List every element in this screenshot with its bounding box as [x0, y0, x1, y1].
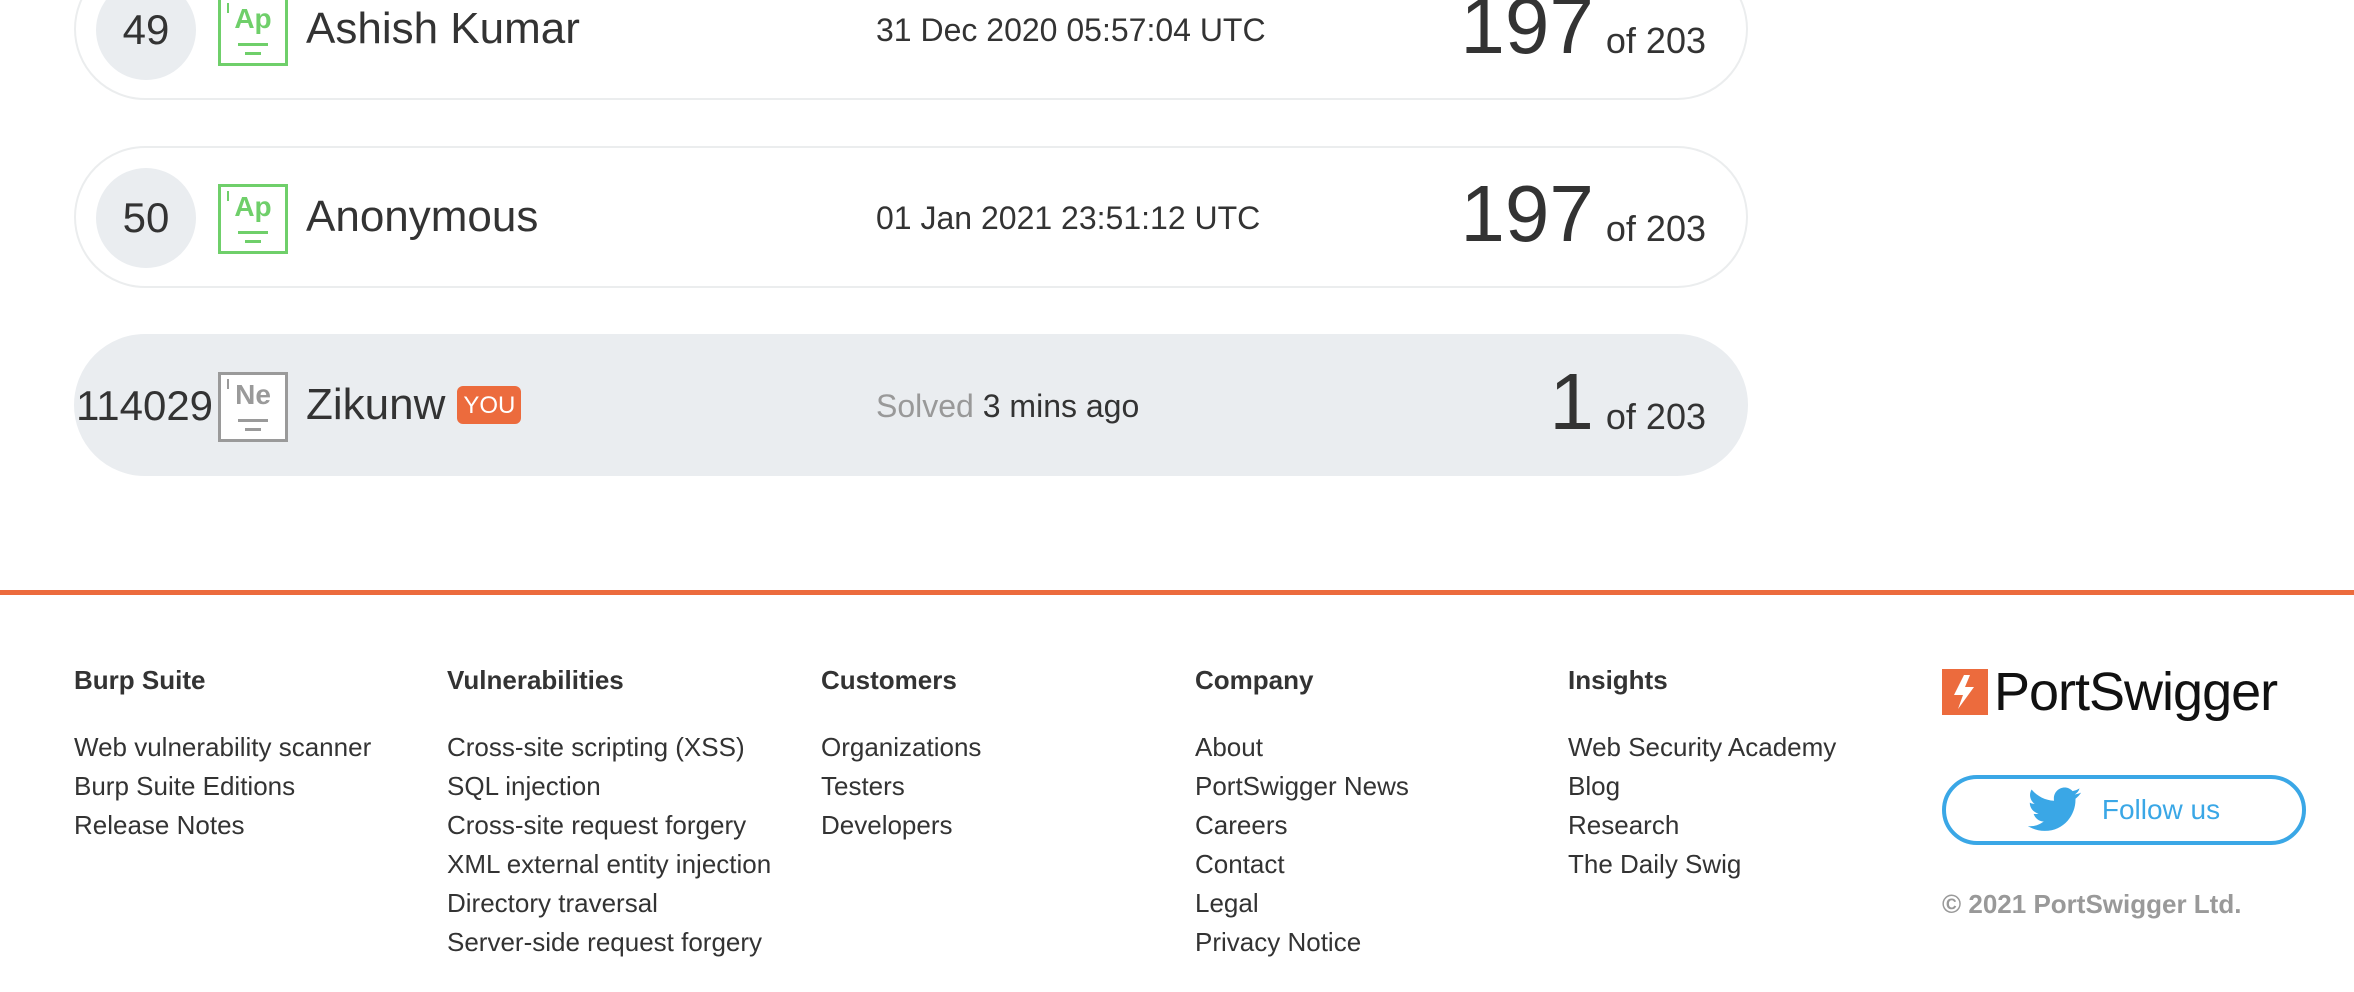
footer-heading: Burp Suite: [74, 665, 206, 695]
portswigger-logo-icon: [1942, 669, 1988, 715]
score: 197 of 203: [1460, 0, 1706, 72]
footer-link[interactable]: SQL injection: [447, 767, 771, 806]
level-badge-icon: Ap: [218, 184, 288, 254]
player-name: Ashish Kumar: [306, 4, 580, 53]
completion-date: 01 Jan 2021 23:51:12 UTC: [876, 200, 1261, 236]
footer-link[interactable]: The Daily Swig: [1568, 845, 1836, 884]
footer-link[interactable]: Contact: [1195, 845, 1409, 884]
footer-link[interactable]: Directory traversal: [447, 884, 771, 923]
solved-status: Solved 3 mins ago: [876, 388, 1139, 425]
badge-symbol: Ne: [235, 379, 271, 410]
twitter-follow-button[interactable]: Follow us: [1942, 775, 2306, 845]
rank-circle: 50: [96, 168, 196, 268]
footer-heading: Company: [1195, 665, 1314, 695]
rank-circle: 49: [96, 0, 196, 80]
score: 1 of 203: [1549, 356, 1706, 448]
footer-link[interactable]: Cross-site request forgery: [447, 806, 771, 845]
follow-label: Follow us: [2101, 794, 2221, 825]
footer-column-company: Company About PortSwigger News Careers C…: [1195, 665, 1409, 962]
leaderboard-row: 49 Ap Ashish Kumar 31 Dec 2020 05:57:04 …: [74, 0, 1748, 100]
footer-column-customers: Customers Organizations Testers Develope…: [821, 665, 981, 845]
level-badge-icon: Ne: [218, 372, 288, 442]
footer-link[interactable]: Privacy Notice: [1195, 923, 1409, 962]
footer-link[interactable]: Burp Suite Editions: [74, 767, 371, 806]
you-badge: YOU: [457, 386, 522, 424]
footer-heading: Customers: [821, 665, 957, 695]
footer-column-burp-suite: Burp Suite Web vulnerability scanner Bur…: [74, 665, 371, 845]
footer-link[interactable]: Cross-site scripting (XSS): [447, 728, 771, 767]
footer-link[interactable]: Testers: [821, 767, 981, 806]
footer-link[interactable]: Release Notes: [74, 806, 371, 845]
badge-symbol: Ap: [234, 191, 272, 222]
footer-link[interactable]: Web vulnerability scanner: [74, 728, 371, 767]
score-total: of 203: [1605, 20, 1706, 61]
player-name: Zikunw YOU: [306, 380, 522, 430]
footer-link[interactable]: Developers: [821, 806, 981, 845]
footer-column-insights: Insights Web Security Academy Blog Resea…: [1568, 665, 1836, 884]
solved-time: 3 mins ago: [982, 388, 1140, 424]
score-total: of 203: [1605, 208, 1706, 249]
leaderboard-row: 50 Ap Anonymous 01 Jan 2021 23:51:12 UTC…: [74, 146, 1748, 288]
badge-symbol: Ap: [234, 3, 272, 34]
footer-link[interactable]: XML external entity injection: [447, 845, 771, 884]
player-name: Anonymous: [306, 192, 539, 241]
footer-column-vulnerabilities: Vulnerabilities Cross-site scripting (XS…: [447, 665, 771, 962]
level-badge-icon: Ap: [218, 0, 288, 66]
rank-number: 114029: [76, 382, 214, 429]
logo-text: PortSwigger: [1994, 662, 2278, 722]
footer-brand: PortSwigger Follow us © 2021 PortSwigger…: [1942, 662, 2306, 919]
footer-heading: Vulnerabilities: [447, 665, 624, 695]
footer-link[interactable]: Blog: [1568, 767, 1836, 806]
twitter-bird-icon: [2027, 787, 2081, 831]
footer-link[interactable]: Careers: [1195, 806, 1409, 845]
score-value: 1: [1549, 357, 1594, 446]
footer-link[interactable]: Server-side request forgery: [447, 923, 771, 962]
portswigger-logo[interactable]: PortSwigger: [1942, 662, 2278, 722]
footer-link[interactable]: Organizations: [821, 728, 981, 767]
leaderboard-row-you: 114029 Ne Zikunw YOU Solved 3 mins ago 1…: [74, 334, 1748, 476]
footer-link[interactable]: PortSwigger News: [1195, 767, 1409, 806]
score-value: 197: [1460, 0, 1594, 70]
score: 197 of 203: [1460, 168, 1706, 260]
footer-link[interactable]: About: [1195, 728, 1409, 767]
footer-link[interactable]: Legal: [1195, 884, 1409, 923]
solved-label: Solved: [876, 388, 974, 424]
score-total: of 203: [1605, 396, 1706, 437]
player-name-text: Zikunw: [306, 380, 446, 429]
footer-heading: Insights: [1568, 665, 1668, 695]
completion-date: 31 Dec 2020 05:57:04 UTC: [876, 12, 1266, 48]
footer-link[interactable]: Research: [1568, 806, 1836, 845]
site-footer: Burp Suite Web vulnerability scanner Bur…: [0, 590, 2354, 992]
score-value: 197: [1460, 169, 1594, 258]
footer-link[interactable]: Web Security Academy: [1568, 728, 1836, 767]
copyright: © 2021 PortSwigger Ltd.: [1942, 889, 2242, 919]
